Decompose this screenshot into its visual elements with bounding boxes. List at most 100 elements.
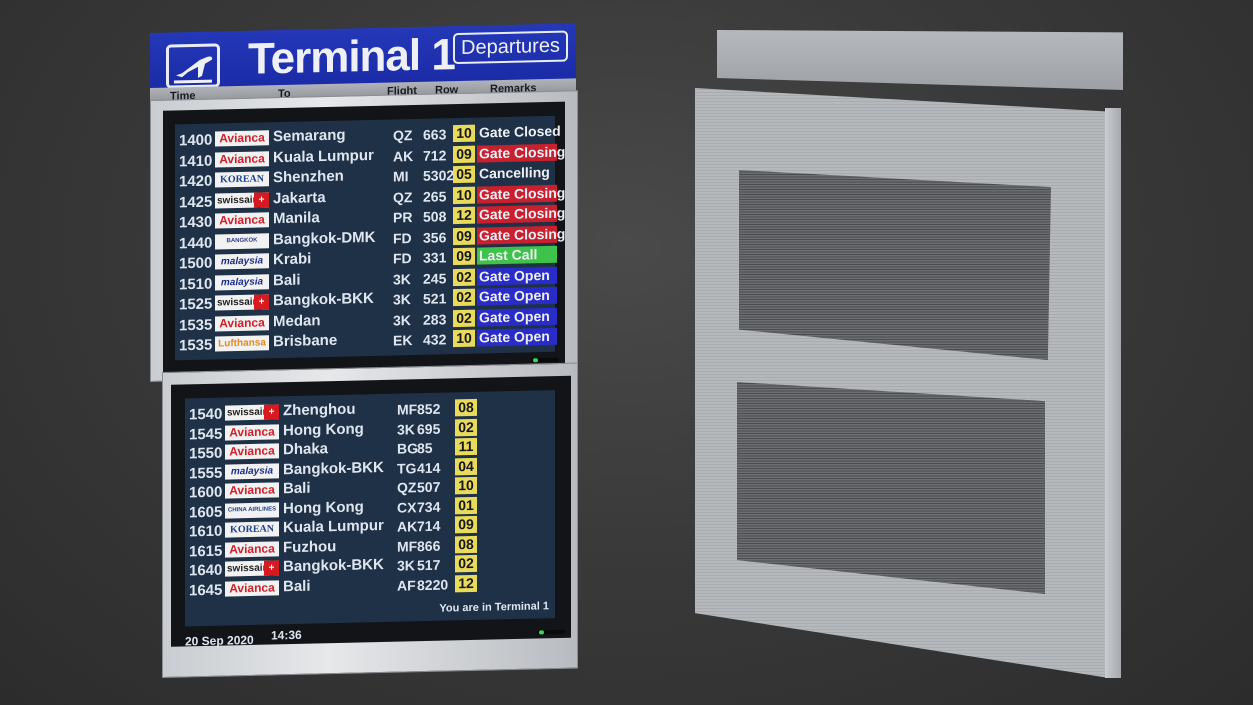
airline-code: EK [393, 332, 413, 349]
departing-plane-icon [166, 43, 220, 89]
flight-number: 5302 [423, 167, 455, 184]
departure-time: 1420 [179, 172, 213, 191]
destination: Medan [273, 311, 321, 330]
destination: Manila [273, 209, 320, 228]
airline-code: CX [397, 498, 417, 516]
destination: Bangkok-BKK [273, 289, 374, 310]
departure-time: 1600 [189, 483, 223, 502]
flight-number: 331 [423, 249, 447, 266]
destination: Jakarta [273, 188, 326, 207]
airline-logo-swissair: swissair [225, 560, 279, 577]
departure-time: 1525 [179, 295, 213, 314]
airline-logo-malaysia: malaysia [225, 462, 279, 480]
remark-lastcall: Last Call [477, 245, 557, 265]
departures-badge: Departures [453, 30, 568, 65]
destination: Bangkok-DMK [273, 228, 376, 248]
power-led-icon [531, 357, 559, 363]
departure-time: 1535 [179, 336, 213, 355]
flight-number: 852 [417, 400, 441, 418]
airline-code: 3K [393, 291, 411, 308]
flight-number: 85 [417, 439, 433, 457]
lower-display-frame: You are in Terminal 1 1540swissairZhengh… [162, 362, 578, 678]
departure-time: 1610 [189, 522, 223, 541]
airline-logo-avianca: Avianca [225, 579, 279, 597]
airline-logo-bangkokair: BANGKOK AIRWAYS [215, 232, 269, 250]
row-badge: 10 [453, 124, 475, 143]
airline-code: AK [397, 518, 418, 535]
departure-time: 1500 [179, 254, 213, 273]
row-badge: 09 [455, 515, 477, 534]
departure-time: 1510 [179, 275, 213, 293]
airline-logo-malaysia: malaysia [215, 253, 269, 270]
lower-speaker-grille [737, 382, 1045, 594]
flight-number: 508 [423, 208, 447, 225]
airline-logo-swissair: swissair [215, 294, 269, 311]
row-badge: 09 [453, 227, 475, 245]
row-badge: 02 [455, 418, 477, 436]
airline-code: BG [397, 440, 418, 457]
destination: Kuala Lumpur [273, 146, 374, 166]
airline-code: 3K [393, 311, 411, 328]
flight-number: 414 [417, 459, 441, 476]
departure-time: 1550 [189, 444, 223, 463]
row-badge: 01 [455, 496, 477, 514]
destination: Semarang [273, 126, 346, 146]
flight-number: 712 [423, 146, 447, 164]
flight-number: 866 [417, 537, 441, 554]
flight-number: 695 [417, 420, 441, 437]
airline-code: MF [397, 401, 418, 418]
lower-flight-list: You are in Terminal 1 1540swissairZhengh… [185, 390, 555, 627]
destination: Dhaka [283, 440, 329, 459]
destination: Bali [273, 271, 301, 289]
airline-code: 3K [397, 557, 415, 574]
remark-closing: Gate Closing [477, 184, 566, 204]
destination: Hong Kong [283, 419, 364, 439]
flight-number: 356 [423, 228, 447, 246]
airline-code: 3K [397, 420, 415, 438]
airline-code: QZ [397, 479, 417, 496]
departure-time: 1540 [189, 405, 223, 424]
departure-time: 1535 [179, 316, 213, 334]
airline-code: QZ [393, 188, 413, 205]
airline-logo-korean: KOREAN AIR [225, 521, 279, 538]
remark-open: Gate Open [477, 266, 557, 286]
row-badge: 02 [453, 288, 475, 307]
footer-date: 20 Sep 2020 [185, 632, 254, 649]
remark-open: Gate Open [477, 327, 557, 347]
airline-logo-korean: KOREAN AIR [215, 171, 269, 188]
row-badge: 09 [453, 247, 475, 266]
destination: Kuala Lumpur [283, 516, 384, 537]
destination: Bangkok-BKK [283, 458, 384, 478]
row-badge: 09 [453, 145, 475, 163]
remark-closed: Cancelling [479, 163, 550, 182]
airline-logo-avianca: Avianca [215, 150, 269, 168]
row-badge: 05 [453, 165, 475, 184]
airline-logo-lufthansa: Lufthansa [215, 335, 269, 352]
upper-display-frame: 1400 Avianca Semarang QZ 663 10 Gate Closed 141… [150, 90, 578, 382]
flight-number: 245 [423, 269, 447, 287]
rear-side-edge [1105, 108, 1121, 678]
footer-clock: 14:36 [271, 627, 302, 643]
destination: Bali [283, 577, 311, 595]
airline-logo-swissair: swissair [215, 191, 269, 209]
row-badge: 02 [453, 309, 475, 327]
departure-time: 1410 [179, 152, 213, 170]
display-stand-rear [695, 30, 1125, 680]
remark-open: Gate Open [477, 286, 557, 306]
airline-logo-avianca: Avianca [225, 540, 279, 558]
destination: Brisbane [273, 331, 338, 351]
rear-top-cap [717, 30, 1123, 90]
row-badge: 08 [455, 398, 477, 417]
flight-number: 507 [417, 478, 441, 496]
lower-display: You are in Terminal 1 1540swissairZhengh… [171, 375, 571, 649]
remark-closed: Gate Closed [479, 122, 561, 141]
upper-speaker-grille [739, 170, 1051, 360]
flight-number: 283 [423, 310, 447, 328]
departure-time: 1640 [189, 561, 223, 580]
airline-code: FD [393, 229, 412, 246]
airline-logo-avianca: Avianca [225, 443, 279, 460]
departure-time: 1555 [189, 464, 223, 482]
row-badge: 11 [455, 437, 477, 456]
airline-logo-malaysia: malaysia [215, 273, 269, 291]
destination: Bali [283, 479, 311, 498]
